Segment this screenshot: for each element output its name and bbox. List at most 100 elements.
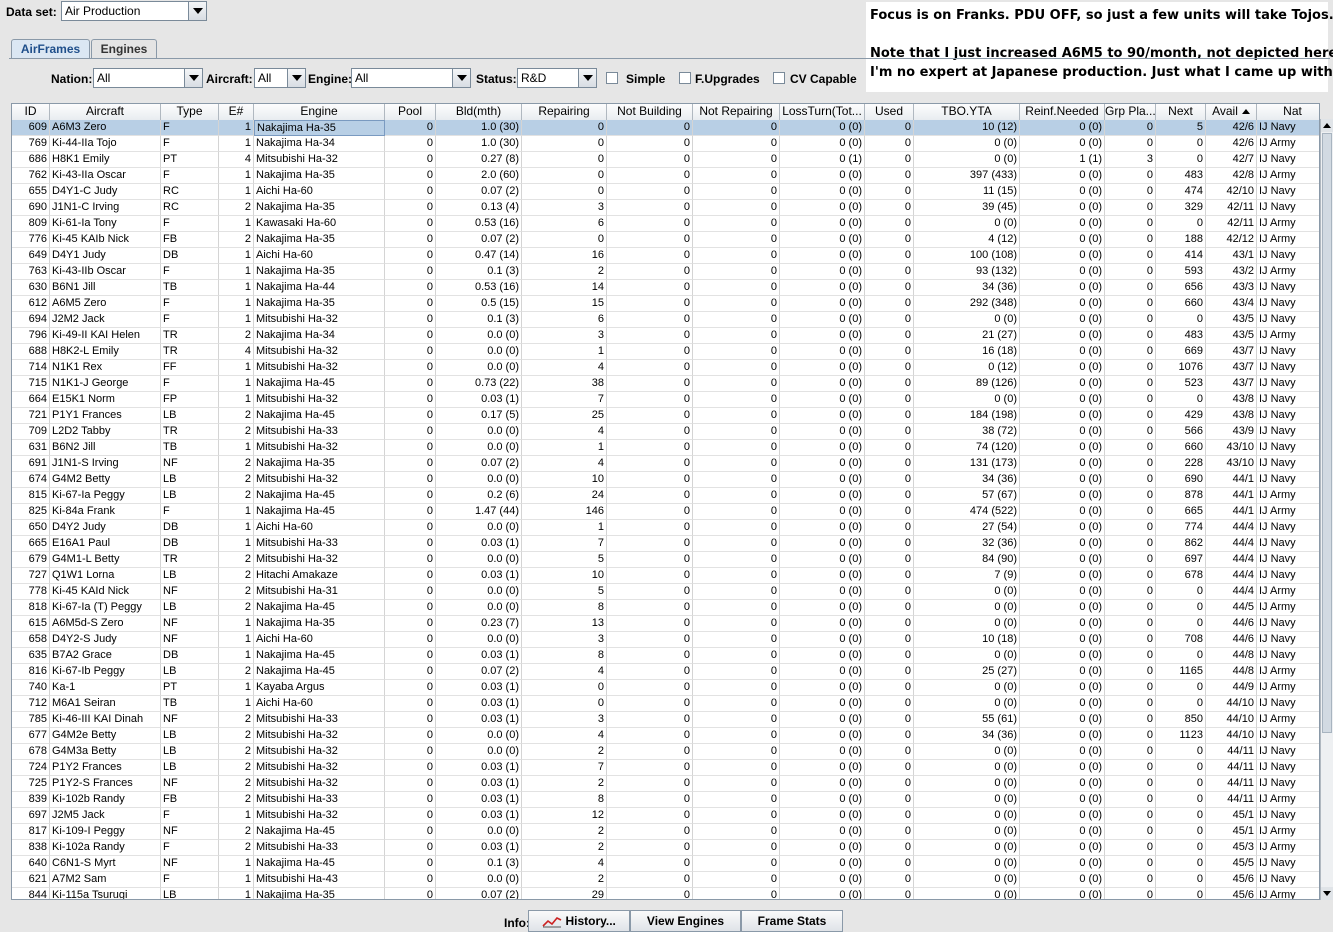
table-cell[interactable]: 0 (0) [1020,296,1105,312]
table-cell[interactable]: 32 (36) [914,536,1020,552]
table-row[interactable]: 740 Ka-1 PT 1 Kayaba Argus 0 0.03 (1) 0 0 0 0 (0) 0… [12,680,1319,696]
table-cell[interactable]: 44/8 [1206,648,1257,664]
table-cell[interactable]: IJ Navy [1257,536,1319,552]
table-cell[interactable]: 0 [607,248,693,264]
table-cell[interactable]: 1 [219,536,254,552]
table-cell[interactable]: 0 [385,312,436,328]
table-cell[interactable]: 0.07 (2) [436,456,522,472]
table-cell[interactable]: 146 [522,504,607,520]
table-cell[interactable]: 0 [1105,872,1156,888]
table-cell[interactable]: 0 [693,568,780,584]
table-cell[interactable]: 740 [12,680,50,696]
table-cell[interactable]: 0 [865,696,914,712]
column-header[interactable]: Avail [1206,104,1257,120]
table-cell[interactable]: 44/10 [1206,696,1257,712]
table-cell[interactable]: 329 [1156,200,1206,216]
table-cell[interactable]: 1 [219,264,254,280]
table-cell[interactable]: 1 [219,632,254,648]
table-cell[interactable]: 1 [219,312,254,328]
table-cell[interactable]: 0.0 (0) [436,632,522,648]
table-cell[interactable]: 665 [12,536,50,552]
table-cell[interactable]: 0.03 (1) [436,568,522,584]
table-cell[interactable]: 0 [865,408,914,424]
table-cell[interactable]: 0 [693,696,780,712]
table-cell[interactable]: 44/6 [1206,616,1257,632]
table-cell[interactable]: IJ Navy [1257,392,1319,408]
table-cell[interactable]: 1 [219,296,254,312]
chevron-down-icon[interactable] [452,69,470,87]
table-cell[interactable]: 0 [522,136,607,152]
table-cell[interactable]: 8 [522,648,607,664]
table-cell[interactable]: 0 (0) [914,312,1020,328]
table-cell[interactable]: 29 [522,888,607,899]
table-cell[interactable]: 688 [12,344,50,360]
table-row[interactable]: 649 D4Y1 Judy DB 1 Aichi Ha-60 0 0.47 (14) 16 0 0… [12,248,1319,264]
table-cell[interactable]: 0 [1105,600,1156,616]
table-cell[interactable]: 0 [1105,424,1156,440]
table-cell[interactable]: 0 (0) [780,408,865,424]
table-cell[interactable]: 8 [522,792,607,808]
table-cell[interactable]: 0 (0) [780,328,865,344]
table-cell[interactable]: 1 (1) [1020,152,1105,168]
table-cell[interactable]: Nakajima Ha-35 [254,888,385,899]
table-cell[interactable]: Ki-43-IIb Oscar [50,264,161,280]
table-row[interactable]: 721 P1Y1 Frances LB 2 Nakajima Ha-45 0 0.17 (5… [12,408,1319,424]
table-cell[interactable]: 0.03 (1) [436,760,522,776]
table-cell[interactable]: IJ Navy [1257,552,1319,568]
table-cell[interactable]: 0 [607,648,693,664]
table-cell[interactable]: 0 [1105,744,1156,760]
table-cell[interactable]: 0 [865,520,914,536]
table-cell[interactable]: 0 [607,408,693,424]
table-row[interactable]: 621 A7M2 Sam F 1 Mitsubishi Ha-43 0 0.0 (0) 2 0 0… [12,872,1319,888]
table-cell[interactable]: 0 [693,136,780,152]
table-cell[interactable]: DB [161,248,219,264]
table-cell[interactable]: IJ Navy [1257,280,1319,296]
table-cell[interactable]: IJ Navy [1257,440,1319,456]
table-cell[interactable]: F [161,296,219,312]
table-row[interactable]: 825 Ki-84a Frank F 1 Nakajima Ha-45 0 1.47 (44… [12,504,1319,520]
column-header[interactable]: Reinf.Needed [1020,104,1105,120]
table-cell[interactable]: 0 [865,616,914,632]
table-cell[interactable]: 0 [607,792,693,808]
table-cell[interactable]: Kawasaki Ha-60 [254,216,385,232]
table-cell[interactable]: 42/7 [1206,152,1257,168]
table-cell[interactable]: 631 [12,440,50,456]
table-cell[interactable]: 0 [1105,728,1156,744]
table-cell[interactable]: 0 (0) [1020,648,1105,664]
table-cell[interactable]: 483 [1156,328,1206,344]
table-cell[interactable]: 0 [1156,152,1206,168]
table-cell[interactable]: Mitsubishi Ha-32 [254,744,385,760]
table-cell[interactable]: 0 [1105,408,1156,424]
table-cell[interactable]: 0 [1105,488,1156,504]
table-cell[interactable]: 0 [385,408,436,424]
table-cell[interactable]: 0 [693,248,780,264]
table-cell[interactable]: 0 [385,792,436,808]
table-cell[interactable]: 3 [1105,152,1156,168]
table-row[interactable]: 818 Ki-67-Ia (T) Peggy LB 2 Nakajima Ha-45 0 0… [12,600,1319,616]
table-cell[interactable]: 690 [12,200,50,216]
table-cell[interactable]: 2 [219,792,254,808]
table-cell[interactable]: 0 (0) [780,520,865,536]
table-cell[interactable]: 0 [385,776,436,792]
table-cell[interactable]: 2 [219,600,254,616]
table-cell[interactable]: 0 [607,456,693,472]
table-cell[interactable]: 0 (0) [914,888,1020,899]
table-cell[interactable]: 0 [1105,280,1156,296]
table-cell[interactable]: Ki-67-Ib Peggy [50,664,161,680]
table-cell[interactable]: 7 [522,536,607,552]
table-cell[interactable]: IJ Army [1257,504,1319,520]
table-cell[interactable]: 0 (0) [1020,632,1105,648]
table-cell[interactable]: 0.0 (0) [436,600,522,616]
table-cell[interactable]: 0 [693,488,780,504]
table-cell[interactable]: 0.0 (0) [436,344,522,360]
table-cell[interactable]: Ki-49-II KAI Helen [50,328,161,344]
table-cell[interactable]: 0 [693,152,780,168]
table-cell[interactable]: 0 [1105,536,1156,552]
table-cell[interactable]: 844 [12,888,50,899]
table-cell[interactable]: 10 [522,472,607,488]
table-cell[interactable]: 2 [219,472,254,488]
engine-select[interactable]: All [351,68,471,88]
table-cell[interactable]: 0 [385,248,436,264]
table-cell[interactable]: IJ Army [1257,216,1319,232]
table-cell[interactable]: 0 [385,808,436,824]
